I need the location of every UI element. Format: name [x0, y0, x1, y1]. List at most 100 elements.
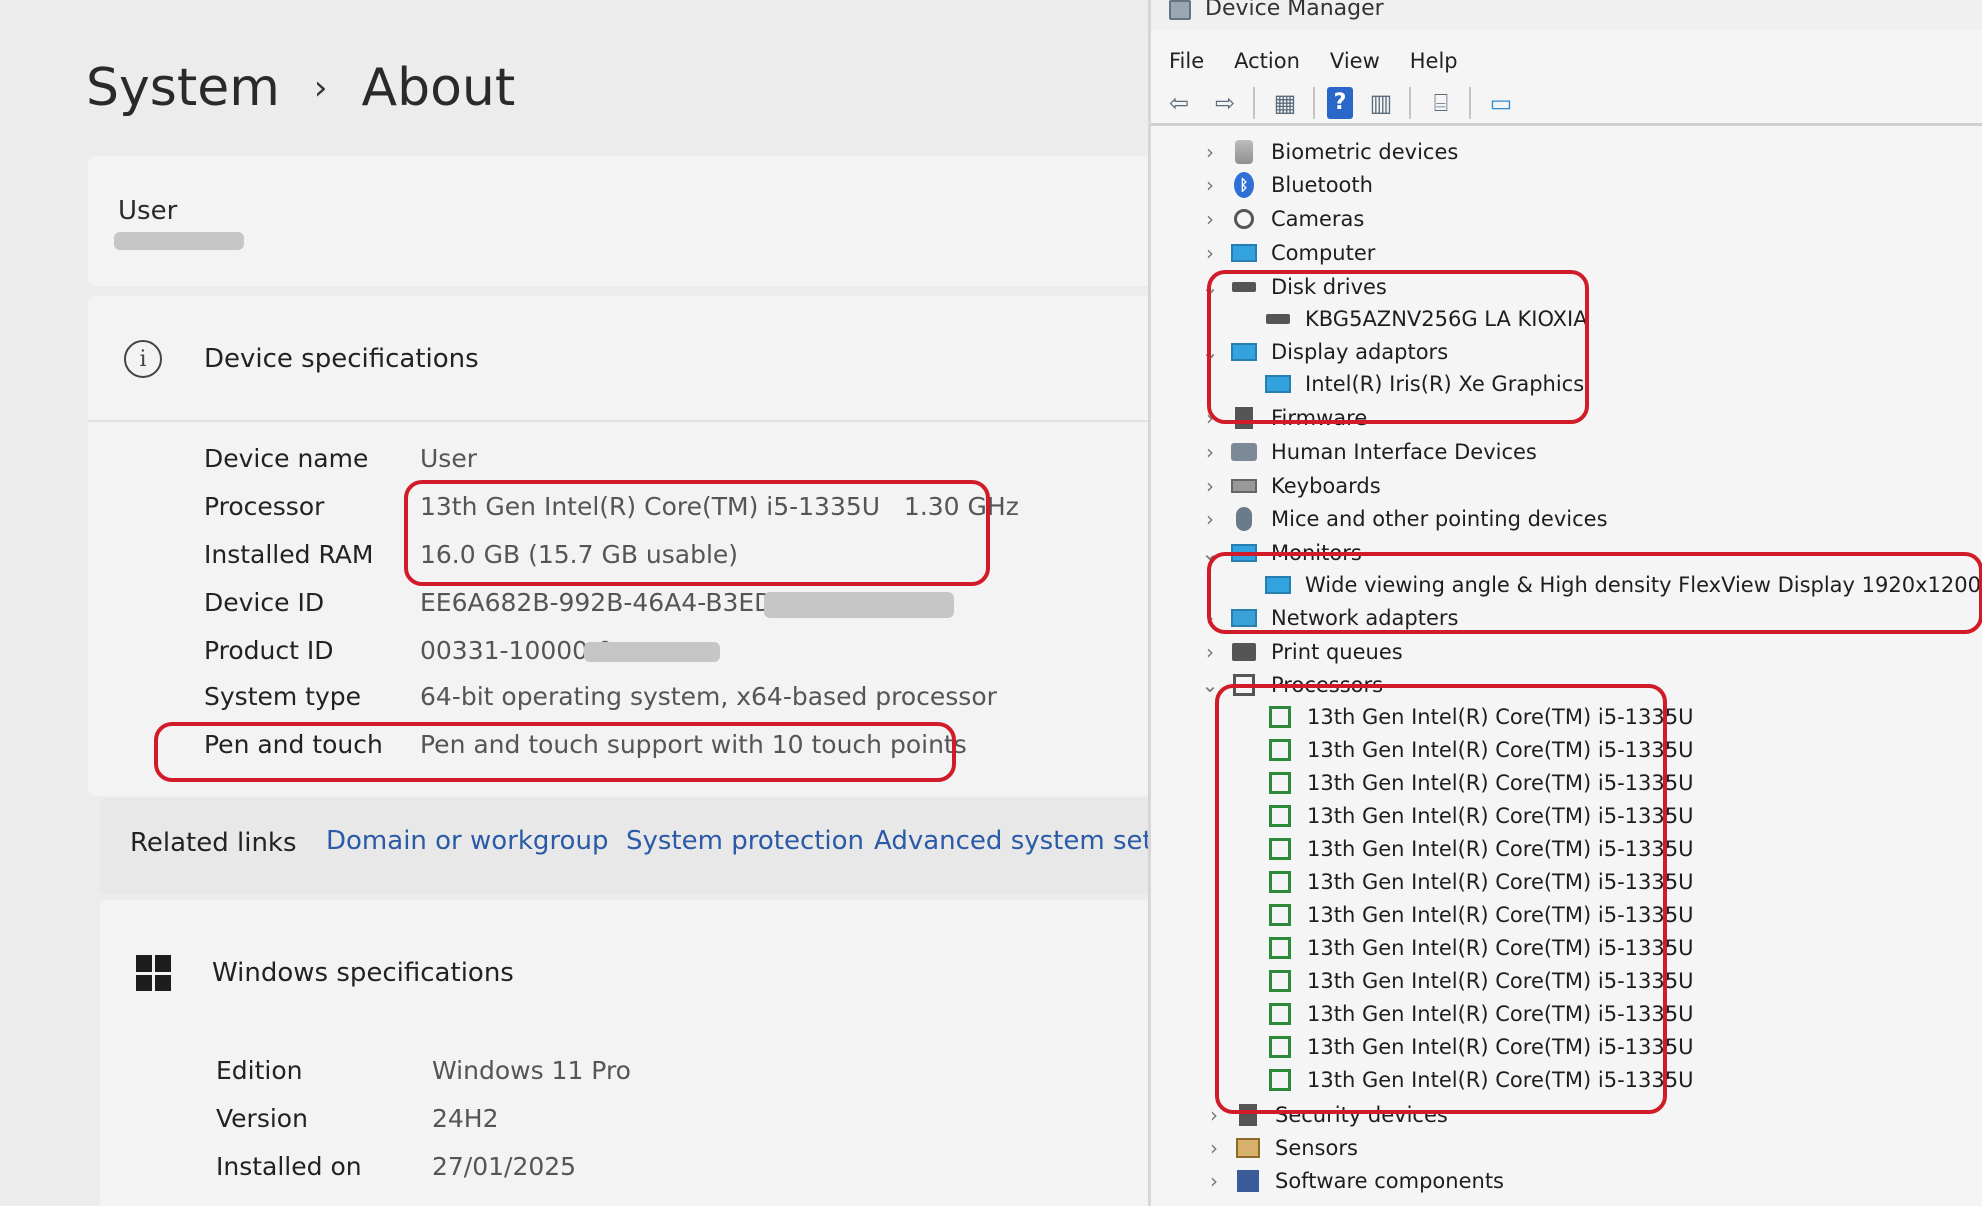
- tree-label: 13th Gen Intel(R) Core(TM) i5-1335U: [1307, 738, 1694, 762]
- chevron-right-icon[interactable]: ›: [1203, 1136, 1225, 1160]
- chevron-right-icon[interactable]: ›: [1203, 1103, 1225, 1127]
- tree-node-keyboards[interactable]: › Keyboards: [1199, 470, 1381, 502]
- disk-drive-icon: [1265, 308, 1291, 330]
- tree-label: Disk drives: [1271, 275, 1387, 299]
- tree-leaf-processor[interactable]: 13th Gen Intel(R) Core(TM) i5-1335U: [1257, 1064, 1693, 1096]
- tree-label: 13th Gen Intel(R) Core(TM) i5-1335U: [1307, 804, 1694, 828]
- tree-node-hid[interactable]: › Human Interface Devices: [1199, 436, 1537, 468]
- tree-leaf-processor[interactable]: 13th Gen Intel(R) Core(TM) i5-1335U: [1257, 932, 1693, 964]
- toolbar: ⇦ ⇨ ▦ ? ▥ ⌸ ▭: [1151, 82, 1982, 126]
- computer-icon: [1231, 242, 1257, 264]
- link-advanced-system-settings[interactable]: Advanced system setting: [874, 826, 1160, 856]
- tree-node-firmware[interactable]: › Firmware: [1199, 402, 1367, 434]
- monitor-icon[interactable]: ▭: [1483, 86, 1519, 120]
- chevron-down-icon[interactable]: ⌄: [1199, 541, 1221, 565]
- tree-leaf-disk[interactable]: KBG5AZNV256G LA KIOXIA: [1255, 303, 1588, 335]
- tree-label: Bluetooth: [1271, 173, 1373, 197]
- tree-label: Keyboards: [1271, 474, 1381, 498]
- tree-leaf-processor[interactable]: 13th Gen Intel(R) Core(TM) i5-1335U: [1257, 734, 1693, 766]
- chevron-right-icon[interactable]: ›: [1199, 406, 1221, 430]
- tree-label: Print queues: [1271, 640, 1403, 664]
- tree-leaf-monitor[interactable]: Wide viewing angle & High density FlexVi…: [1255, 569, 1981, 601]
- device-specs-header[interactable]: i Device specifications: [124, 340, 479, 378]
- link-system-protection[interactable]: System protection: [626, 826, 864, 856]
- spec-value: EE6A682B-992B-46A4-B3ED-: [420, 588, 783, 617]
- hid-icon: [1231, 441, 1257, 463]
- tree-leaf-processor[interactable]: 13th Gen Intel(R) Core(TM) i5-1335U: [1257, 899, 1693, 931]
- title-bar[interactable]: Device Manager: [1151, 0, 1982, 30]
- tree-label: Monitors: [1271, 541, 1362, 565]
- tree-node-monitors[interactable]: ⌄ Monitors: [1199, 537, 1362, 569]
- tree-node-software-components[interactable]: › Software components: [1203, 1165, 1504, 1197]
- chevron-right-icon[interactable]: ›: [1203, 1169, 1225, 1193]
- related-links-label: Related links: [130, 828, 297, 858]
- tree-leaf-processor[interactable]: 13th Gen Intel(R) Core(TM) i5-1335U: [1257, 701, 1693, 733]
- tree-leaf-display[interactable]: Intel(R) Iris(R) Xe Graphics: [1255, 368, 1584, 400]
- tree-label: Human Interface Devices: [1271, 440, 1537, 464]
- menu-action[interactable]: Action: [1234, 49, 1300, 73]
- tree-node-computer[interactable]: › Computer: [1199, 237, 1375, 269]
- chevron-right-icon[interactable]: ›: [1199, 207, 1221, 231]
- chevron-right-icon: ›: [313, 68, 328, 108]
- tree-node-sensors[interactable]: › Sensors: [1203, 1132, 1358, 1164]
- tree-node-network[interactable]: › Network adapters: [1199, 602, 1458, 634]
- camera-icon: [1231, 208, 1257, 230]
- tree-node-processors[interactable]: ⌄ Processors: [1199, 669, 1383, 701]
- tree-label: KBG5AZNV256G LA KIOXIA: [1305, 307, 1588, 331]
- chevron-right-icon[interactable]: ›: [1199, 241, 1221, 265]
- spec-value: 13th Gen Intel(R) Core(TM) i5-1335U 1.30…: [420, 492, 1019, 521]
- chevron-right-icon[interactable]: ›: [1199, 440, 1221, 464]
- window-title: Device Manager: [1205, 0, 1384, 21]
- windows-specs-title[interactable]: Windows specifications: [212, 958, 514, 988]
- link-domain-workgroup[interactable]: Domain or workgroup: [326, 826, 608, 856]
- chevron-down-icon[interactable]: ⌄: [1199, 340, 1221, 364]
- chevron-down-icon[interactable]: ⌄: [1199, 673, 1221, 697]
- tree-node-mice[interactable]: › Mice and other pointing devices: [1199, 503, 1608, 535]
- tree-leaf-processor[interactable]: 13th Gen Intel(R) Core(TM) i5-1335U: [1257, 800, 1693, 832]
- details-icon[interactable]: ▥: [1363, 86, 1399, 120]
- tree-label: 13th Gen Intel(R) Core(TM) i5-1335U: [1307, 1002, 1694, 1026]
- spec-key: Pen and touch: [204, 730, 383, 759]
- user-label: User: [118, 196, 178, 226]
- forward-arrow-icon[interactable]: ⇨: [1207, 86, 1243, 120]
- tree-node-security[interactable]: › Security devices: [1203, 1099, 1448, 1131]
- chevron-down-icon[interactable]: ⌄: [1199, 275, 1221, 299]
- menu-view[interactable]: View: [1330, 49, 1380, 73]
- tree-node-cameras[interactable]: › Cameras: [1199, 203, 1364, 235]
- device-manager-window: Device Manager File Action View Help ⇦ ⇨…: [1148, 0, 1982, 1206]
- chevron-right-icon[interactable]: ›: [1199, 640, 1221, 664]
- menu-file[interactable]: File: [1169, 49, 1204, 73]
- back-arrow-icon[interactable]: ⇦: [1161, 86, 1197, 120]
- tree-node-display-adaptors[interactable]: ⌄ Display adaptors: [1199, 336, 1449, 368]
- tree-label: Firmware: [1271, 406, 1368, 430]
- tree-leaf-processor[interactable]: 13th Gen Intel(R) Core(TM) i5-1335U: [1257, 833, 1693, 865]
- chevron-right-icon[interactable]: ›: [1199, 173, 1221, 197]
- tree-node-biometric[interactable]: › Biometric devices: [1199, 136, 1458, 168]
- menu-help[interactable]: Help: [1410, 49, 1458, 73]
- monitor-icon: [1231, 542, 1257, 564]
- help-icon[interactable]: ?: [1327, 86, 1353, 119]
- properties-icon[interactable]: ▦: [1267, 86, 1303, 120]
- chevron-right-icon[interactable]: ›: [1199, 140, 1221, 164]
- processor-icon: [1267, 805, 1293, 827]
- tree-leaf-processor[interactable]: 13th Gen Intel(R) Core(TM) i5-1335U: [1257, 767, 1693, 799]
- display-adapter-icon: [1265, 373, 1291, 395]
- tree-leaf-processor[interactable]: 13th Gen Intel(R) Core(TM) i5-1335U: [1257, 866, 1693, 898]
- tree-node-bluetooth[interactable]: › ᛒ Bluetooth: [1199, 169, 1373, 201]
- scan-hardware-icon[interactable]: ⌸: [1423, 86, 1459, 120]
- tree-node-print-queues[interactable]: › Print queues: [1199, 636, 1403, 668]
- tree-leaf-processor[interactable]: 13th Gen Intel(R) Core(TM) i5-1335U: [1257, 998, 1693, 1030]
- tree-label: Security devices: [1275, 1103, 1448, 1127]
- user-card[interactable]: User: [88, 156, 1160, 286]
- breadcrumb-parent[interactable]: System: [86, 58, 280, 118]
- spec-value: 27/01/2025: [432, 1152, 577, 1181]
- chevron-right-icon[interactable]: ›: [1199, 606, 1221, 630]
- chevron-right-icon[interactable]: ›: [1199, 507, 1221, 531]
- chevron-right-icon[interactable]: ›: [1199, 474, 1221, 498]
- tree-leaf-processor[interactable]: 13th Gen Intel(R) Core(TM) i5-1335U: [1257, 965, 1693, 997]
- redacted-text: [584, 642, 720, 662]
- tree-leaf-processor[interactable]: 13th Gen Intel(R) Core(TM) i5-1335U: [1257, 1031, 1693, 1063]
- tree-label: Sensors: [1275, 1136, 1358, 1160]
- tree-node-disk-drives[interactable]: ⌄ Disk drives: [1199, 271, 1387, 303]
- processor-icon: [1267, 1003, 1293, 1025]
